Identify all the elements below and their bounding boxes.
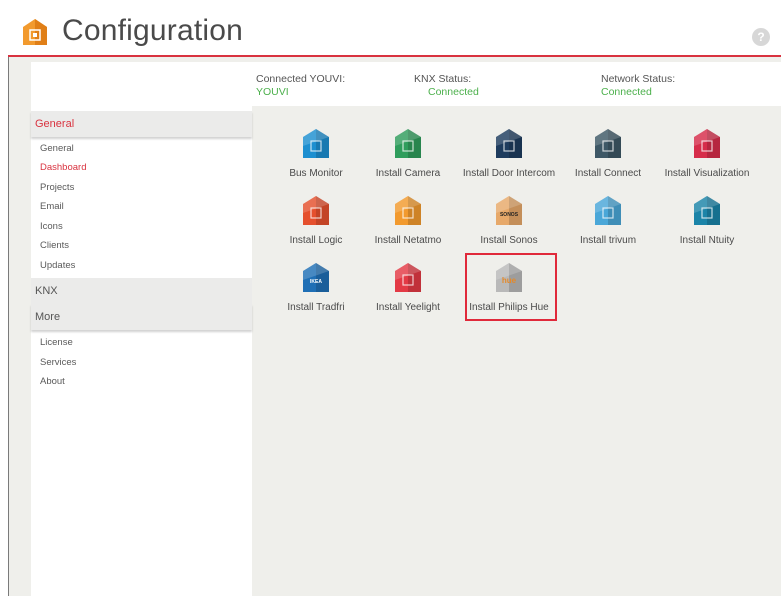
tile-yeelight[interactable]: Install Yeelight (362, 262, 454, 313)
door-intercom-icon (496, 129, 522, 158)
sidebar-item-dashboard[interactable]: Dashboard (40, 162, 86, 173)
tile-connect[interactable]: Install Connect (562, 128, 654, 179)
status-network: Network Status: Connected (601, 73, 675, 99)
sidebar-item-clients[interactable]: Clients (40, 240, 69, 251)
sidebar-item-email[interactable]: Email (40, 201, 64, 212)
netatmo-icon (395, 196, 421, 225)
status-value: Connected (428, 86, 479, 98)
sidebar-item-about[interactable]: About (40, 376, 65, 387)
camera-icon (395, 129, 421, 158)
tile-bus-monitor[interactable]: Bus Monitor (270, 128, 362, 179)
status-label: Connected YOUVI: (256, 73, 346, 85)
sidebar-section-knx[interactable]: KNX (31, 278, 252, 304)
sidebar-item-license[interactable]: License (40, 337, 73, 348)
tile-label: Install trivum (579, 235, 637, 246)
sonos-icon: SONOS (496, 196, 522, 225)
visualization-icon (694, 129, 720, 158)
tile-door-intercom[interactable]: Install Door Intercom (463, 128, 555, 179)
sidebar-item-updates[interactable]: Updates (40, 260, 75, 271)
tile-camera[interactable]: Install Camera (362, 128, 454, 179)
page-title: Configuration (62, 14, 244, 47)
status-value: YOUVI (256, 86, 289, 98)
ntuity-icon (694, 196, 720, 225)
status-value: Connected (601, 86, 652, 98)
trivum-icon (595, 196, 621, 225)
yeelight-icon (395, 263, 421, 292)
sidebar-item-icons[interactable]: Icons (40, 221, 63, 232)
sidebar-item-services[interactable]: Services (40, 357, 76, 368)
sidebar-section-general[interactable]: General (31, 111, 252, 137)
tile-label: Install Yeelight (376, 302, 440, 313)
status-label: KNX Status: (414, 73, 472, 85)
status-label: Network Status: (601, 73, 676, 85)
sidebar-item-general[interactable]: General (40, 143, 74, 154)
youvi-logo-icon (23, 19, 47, 45)
svg-text:IKEA: IKEA (310, 279, 322, 285)
svg-text:SONOS: SONOS (500, 212, 519, 218)
tile-logic[interactable]: Install Logic (270, 195, 362, 246)
tile-label: Install Visualization (664, 168, 750, 179)
bus-monitor-icon (303, 129, 329, 158)
sidebar-section-more[interactable]: More (31, 304, 252, 330)
tile-tradfri[interactable]: IKEA Install Tradfri (270, 262, 362, 313)
tile-trivum[interactable]: Install trivum (562, 195, 654, 246)
tile-label: Install Ntuity (679, 235, 735, 246)
status-connected-youvi: Connected YOUVI: YOUVI (256, 73, 345, 99)
tile-label: Install Connect (574, 168, 642, 179)
connect-icon (595, 129, 621, 158)
tile-label: Install Netatmo (374, 235, 442, 246)
tile-netatmo[interactable]: Install Netatmo (362, 195, 454, 246)
selection-highlight (465, 253, 557, 321)
tile-label: Install Camera (375, 168, 441, 179)
tile-visualization[interactable]: Install Visualization (661, 128, 753, 179)
tile-label: Install Door Intercom (462, 168, 556, 179)
tile-ntuity[interactable]: Install Ntuity (661, 195, 753, 246)
tile-label: Install Sonos (480, 235, 538, 246)
status-knx: KNX Status: Connected (414, 73, 479, 99)
help-button[interactable]: ? (752, 28, 770, 46)
tradfri-icon: IKEA (303, 263, 329, 292)
sidebar-item-projects[interactable]: Projects (40, 182, 74, 193)
tile-sonos[interactable]: SONOS Install Sonos (463, 195, 555, 246)
logic-icon (303, 196, 329, 225)
